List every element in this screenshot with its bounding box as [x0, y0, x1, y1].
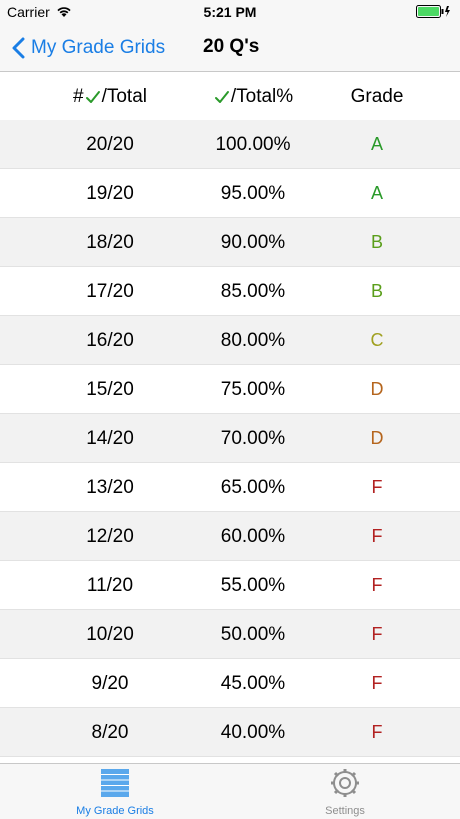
checkmark-icon	[214, 91, 229, 103]
navigation-bar: My Grade Grids 20 Q's	[0, 24, 460, 72]
tab-settings[interactable]: Settings	[285, 768, 405, 817]
percent-cell: 85.00%	[220, 281, 286, 302]
grade-cell: B	[370, 281, 383, 301]
grade-cell: B	[370, 232, 383, 252]
percent-cell: 45.00%	[220, 673, 286, 694]
tab-my-grade-grids-label: My Grade Grids	[76, 805, 154, 817]
table-row[interactable]: 17/20 85.00% B	[0, 267, 460, 316]
back-button[interactable]: My Grade Grids	[11, 34, 165, 62]
tab-settings-label: Settings	[325, 805, 365, 817]
percent-cell: 100.00%	[215, 134, 291, 155]
header-percent: /Total%	[190, 86, 316, 108]
score-cell: 20/20	[86, 134, 134, 155]
table-row[interactable]: 16/20 80.00% C	[0, 316, 460, 365]
header-score: # /Total	[50, 86, 170, 108]
table-row[interactable]: 8/20 40.00% F	[0, 708, 460, 757]
percent-cell: 95.00%	[220, 183, 286, 204]
score-cell: 10/20	[86, 624, 134, 645]
score-cell: 13/20	[86, 477, 134, 498]
score-cell: 15/20	[86, 379, 134, 400]
table-row[interactable]: 13/20 65.00% F	[0, 463, 460, 512]
percent-cell: 60.00%	[220, 526, 286, 547]
grade-table[interactable]: 20/20 100.00% A 19/20 95.00% A 18/20 90.00% B 17/…	[0, 120, 460, 757]
table-row[interactable]: 18/20 90.00% B	[0, 218, 460, 267]
percent-cell: 40.00%	[220, 722, 286, 743]
grade-cell: A	[370, 134, 383, 154]
checkmark-icon	[85, 91, 100, 103]
header-score-prefix: #	[73, 86, 84, 107]
grade-cell: F	[371, 673, 383, 693]
score-cell: 9/20	[91, 673, 129, 694]
score-cell: 16/20	[86, 330, 134, 351]
status-time: 5:21 PM	[203, 4, 257, 20]
score-cell: 17/20	[86, 281, 134, 302]
table-header: # /Total /Total% Grade	[0, 72, 460, 120]
grade-cell: F	[371, 624, 383, 644]
grade-cell: F	[371, 526, 383, 546]
table-row[interactable]: 9/20 45.00% F	[0, 659, 460, 708]
score-cell: 18/20	[86, 232, 134, 253]
percent-cell: 90.00%	[220, 232, 286, 253]
table-row[interactable]: 10/20 50.00% F	[0, 610, 460, 659]
header-score-suffix: /Total	[101, 86, 147, 107]
header-grade: Grade	[350, 86, 404, 107]
tab-my-grade-grids[interactable]: My Grade Grids	[55, 768, 175, 817]
table-row[interactable]: 20/20 100.00% A	[0, 120, 460, 169]
table-row[interactable]: 15/20 75.00% D	[0, 365, 460, 414]
grid-icon	[101, 769, 129, 797]
grade-cell: A	[370, 183, 383, 203]
table-row[interactable]: 11/20 55.00% F	[0, 561, 460, 610]
table-row[interactable]: 12/20 60.00% F	[0, 512, 460, 561]
percent-cell: 70.00%	[220, 428, 286, 449]
score-cell: 11/20	[86, 575, 134, 596]
grade-cell: D	[370, 428, 384, 448]
percent-cell: 55.00%	[220, 575, 286, 596]
grade-cell: D	[370, 379, 384, 399]
grade-cell: C	[370, 330, 384, 350]
table-row[interactable]: 19/20 95.00% A	[0, 169, 460, 218]
score-cell: 19/20	[86, 183, 134, 204]
back-button-label: My Grade Grids	[31, 37, 166, 58]
percent-cell: 50.00%	[220, 624, 286, 645]
score-cell: 8/20	[91, 722, 129, 743]
tab-bar: My Grade Grids Settings	[0, 763, 460, 819]
grade-cell: F	[371, 477, 383, 497]
grade-cell: F	[371, 575, 383, 595]
percent-cell: 65.00%	[220, 477, 286, 498]
status-bar: Carrier 5:21 PM	[0, 0, 460, 24]
header-percent-suffix: /Total%	[230, 86, 294, 107]
chevron-left-icon	[12, 37, 25, 59]
grade-cell: F	[371, 722, 383, 742]
table-row[interactable]: 14/20 70.00% D	[0, 414, 460, 463]
percent-cell: 80.00%	[220, 330, 286, 351]
page-title: 20 Q's	[203, 36, 260, 57]
percent-cell: 75.00%	[220, 379, 286, 400]
battery-icon	[416, 5, 452, 21]
score-cell: 14/20	[86, 428, 134, 449]
score-cell: 12/20	[86, 526, 134, 547]
gear-icon	[331, 769, 359, 797]
